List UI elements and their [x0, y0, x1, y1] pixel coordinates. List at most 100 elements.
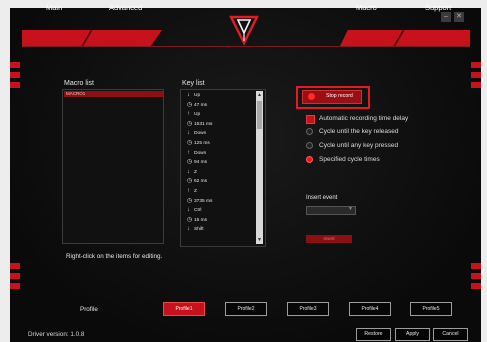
key-list-item-label: Z	[194, 169, 197, 175]
arrow-up-icon: ↑	[187, 149, 190, 156]
clock-icon: ◷	[187, 159, 193, 166]
key-list-item[interactable]: ◷ 15 ms	[187, 216, 207, 225]
key-list-item-label: 125 ms	[194, 141, 210, 146]
tab-macro[interactable]: Macro	[356, 3, 377, 12]
key-list-item[interactable]: ◷ 1531 ms	[187, 120, 212, 129]
key-list-item[interactable]: ◷ 3735 ms	[187, 197, 212, 206]
tabbar-right	[340, 30, 470, 46]
clock-icon: ◷	[187, 197, 193, 204]
scroll-down-icon[interactable]: ▼	[256, 236, 263, 244]
scroll-up-icon[interactable]: ▲	[256, 91, 263, 99]
side-stripe	[10, 72, 20, 78]
header-divider	[22, 46, 470, 47]
stop-record-button[interactable]: Stop record	[302, 90, 362, 104]
profile-label: Profile	[80, 306, 98, 313]
macro-list-title: Macro list	[64, 80, 94, 87]
key-list-scrollbar[interactable]: ▲ ▼	[256, 91, 263, 244]
side-stripe	[10, 82, 20, 88]
side-stripe	[471, 82, 481, 88]
clock-icon: ◷	[187, 178, 193, 185]
key-list-item-label: 15 ms	[194, 217, 208, 223]
profile-5-button[interactable]: Profile5	[410, 302, 452, 316]
cancel-button[interactable]: Cancel	[433, 328, 468, 341]
tab-support[interactable]: Support	[425, 3, 451, 12]
key-list-item-label: Down	[194, 131, 207, 137]
side-stripe	[471, 263, 481, 269]
key-list-item[interactable]: ↓ Z	[187, 168, 197, 177]
profile-2-button[interactable]: Profile2	[225, 302, 267, 316]
tabbar-left	[22, 30, 162, 46]
arrow-down-icon: ↓	[187, 168, 190, 175]
key-list-item-label: Ctrl	[194, 208, 202, 214]
profile-1-button[interactable]: Profile1	[163, 302, 205, 316]
driver-version: Driver version: 1.0.8	[28, 331, 85, 338]
close-button[interactable]: ✕	[454, 12, 464, 22]
insert-event-dropdown[interactable]: ▼	[306, 206, 356, 215]
brand-logo-icon	[229, 15, 259, 46]
side-stripe	[471, 283, 481, 289]
app-window: Main Advanced Macro Support ‒ ✕ Macro li…	[0, 0, 487, 342]
profile-3-button[interactable]: Profile3	[287, 302, 329, 316]
outer-frame-left	[0, 0, 10, 342]
key-list-item[interactable]: ↑ Up	[187, 110, 200, 119]
key-list-item[interactable]: ◷ 62 ms	[187, 177, 207, 186]
key-list-item[interactable]: ↓ Shift	[187, 225, 204, 234]
side-stripe	[10, 283, 20, 289]
key-list-item-label: Up	[194, 112, 201, 118]
key-list-item-label: 1531 ms	[194, 121, 213, 127]
key-list-item-label: 47 ms	[194, 102, 208, 108]
key-list-item[interactable]: ↑ Z	[187, 187, 197, 196]
cycle-option-label: Cycle until the key released	[319, 128, 399, 135]
apply-button[interactable]: Apply	[395, 328, 430, 341]
minimize-button[interactable]: ‒	[441, 12, 451, 22]
key-list-item-label: 94 ms	[194, 160, 208, 166]
restore-button[interactable]: Restore	[356, 328, 391, 341]
key-list-item-label: Shift	[194, 227, 204, 233]
side-stripe	[10, 273, 20, 279]
side-stripe	[10, 62, 20, 68]
cycle-radio-specified[interactable]	[306, 156, 313, 163]
arrow-down-icon: ↓	[187, 207, 190, 214]
tab-main[interactable]: Main	[46, 3, 62, 12]
key-list-item-label: Down	[194, 150, 207, 156]
key-list-item-label: 62 ms	[194, 179, 208, 185]
key-list[interactable]: ▲ ▼ ↓ Up ◷ 47 ms ↑ Up ◷ 1531 ms ↓ Down ◷ 125 ms ↑ Dow…	[180, 89, 266, 247]
scroll-thumb[interactable]	[257, 101, 262, 129]
side-stripe	[471, 273, 481, 279]
profile-4-button[interactable]: Profile4	[349, 302, 391, 316]
cycle-option-label: Cycle until any key pressed	[319, 142, 399, 149]
key-list-item[interactable]: ↓ Ctrl	[187, 206, 201, 215]
auto-delay-checkbox[interactable]	[306, 115, 315, 124]
key-list-item[interactable]: ↓ Down	[187, 129, 206, 138]
key-list-item[interactable]: ↑ Down	[187, 149, 206, 158]
arrow-down-icon: ↓	[187, 130, 190, 137]
key-list-item-label: Z	[194, 189, 197, 194]
key-list-item[interactable]: ◷ 47 ms	[187, 101, 207, 110]
key-list-title: Key list	[182, 80, 205, 87]
outer-frame-top	[10, 0, 481, 8]
insert-event-label: Insert event	[306, 195, 338, 201]
arrow-down-icon: ↓	[187, 226, 190, 233]
arrow-up-icon: ↑	[187, 188, 190, 194]
clock-icon: ◷	[187, 140, 193, 146]
tab-advanced[interactable]: Advanced	[109, 3, 142, 12]
key-list-item-label: Up	[194, 93, 201, 98]
cycle-option-label: Specified cycle times	[319, 156, 380, 163]
cycle-radio-released[interactable]	[306, 128, 313, 135]
side-stripe	[471, 72, 481, 78]
arrow-up-icon: ↑	[187, 111, 190, 118]
key-list-item[interactable]: ↓ Up	[187, 91, 200, 100]
side-stripe	[10, 263, 20, 269]
macro-list-item[interactable]: MACRO1	[64, 91, 163, 97]
insert-button[interactable]: Insert	[306, 235, 352, 243]
clock-icon: ◷	[187, 101, 193, 108]
key-list-item[interactable]: ◷ 125 ms	[187, 139, 210, 148]
key-list-item[interactable]: ◷ 94 ms	[187, 158, 207, 167]
clock-icon: ◷	[187, 216, 193, 223]
auto-delay-label: Automatic recording time delay	[319, 115, 409, 122]
edit-hint: Right-click on the items for editing.	[66, 253, 163, 260]
cycle-radio-any-key[interactable]	[306, 142, 313, 149]
macro-list[interactable]: MACRO1	[62, 89, 164, 244]
chevron-down-icon: ▼	[348, 206, 353, 212]
record-dot-icon	[308, 93, 315, 100]
